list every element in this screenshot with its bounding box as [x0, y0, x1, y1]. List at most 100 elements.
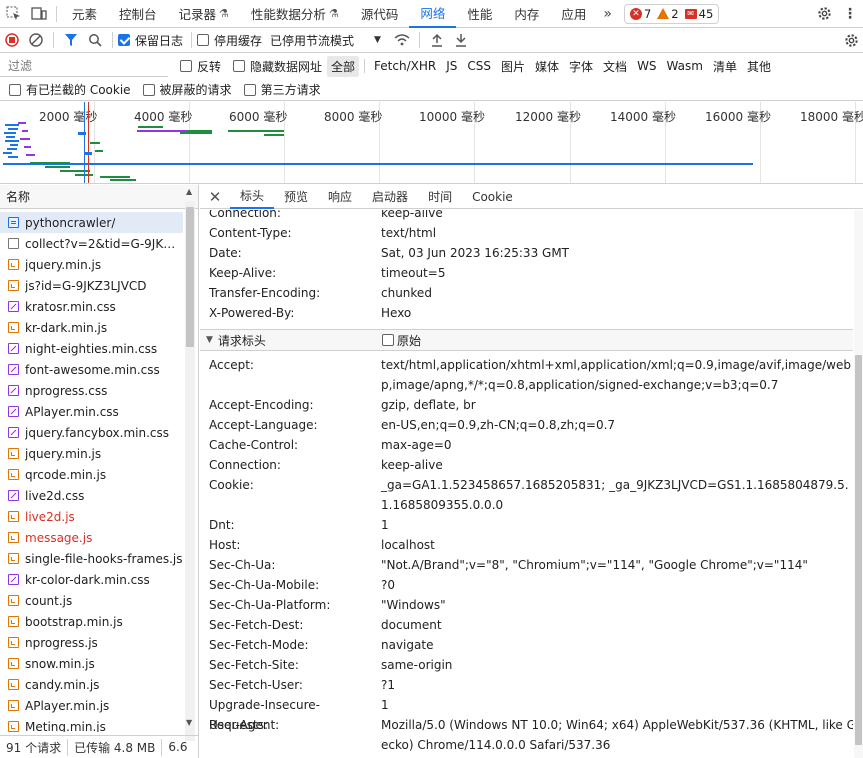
clear-icon[interactable] — [25, 28, 47, 52]
raw-checkbox[interactable] — [382, 334, 394, 346]
third-party-checkbox[interactable] — [243, 83, 256, 96]
hide-data-urls-checkbox[interactable] — [233, 60, 246, 72]
request-row[interactable]: nprogress.js — [0, 632, 183, 653]
detail-tab-1[interactable]: 预览 — [274, 185, 318, 209]
filter-type-4[interactable]: 图片 — [497, 56, 529, 77]
network-settings-gear-icon[interactable] — [840, 28, 862, 52]
filter-type-1[interactable]: Fetch/XHR — [370, 57, 440, 75]
tab-5[interactable]: 网络 — [409, 0, 457, 28]
disable-cache-checkbox[interactable] — [197, 34, 210, 46]
request-row[interactable]: js?id=G-9JKZ3LJVCD — [0, 275, 183, 296]
throttling-select[interactable]: 已停用节流模式 ▼ — [270, 32, 381, 49]
request-row[interactable]: Meting.min.js — [0, 716, 183, 732]
transferred-size: 已传输 4.8 MB — [68, 738, 163, 756]
filter-type-5[interactable]: 媒体 — [531, 56, 563, 77]
filter-type-3[interactable]: CSS — [463, 57, 495, 75]
settings-gear-icon[interactable] — [811, 0, 837, 28]
close-icon[interactable]: ✕ — [200, 188, 230, 206]
request-list: pythoncrawler/collect?v=2&tid=G-9JKZ3LJ.… — [0, 212, 183, 732]
device-toolbar-icon[interactable] — [26, 0, 52, 28]
separator — [53, 32, 54, 48]
request-row[interactable]: kratosr.min.css — [0, 296, 183, 317]
request-row[interactable]: single-file-hooks-frames.js — [0, 548, 183, 569]
request-header-row: Sec-Fetch-User: ?1 — [209, 675, 849, 695]
scrollbar-thumb[interactable] — [855, 355, 862, 745]
search-icon[interactable] — [84, 28, 106, 52]
request-row[interactable]: jquery.min.js — [0, 443, 183, 464]
request-row[interactable]: nprogress.css — [0, 380, 183, 401]
filter-type-6[interactable]: 字体 — [565, 56, 597, 77]
more-options-icon[interactable]: ⋮ — [837, 0, 863, 28]
js-file-icon — [8, 679, 19, 690]
filter-type-8[interactable]: WS — [633, 57, 660, 75]
header-name: Host: — [209, 538, 241, 552]
filter-type-0[interactable]: 全部 — [327, 55, 360, 77]
request-row[interactable]: snow.min.js — [0, 653, 183, 674]
tab-3[interactable]: 性能数据分析 ⚗ — [240, 0, 350, 28]
timeline-bar — [10, 144, 18, 146]
request-row[interactable]: collect?v=2&tid=G-9JKZ3LJ... — [0, 233, 183, 254]
filter-type-2[interactable]: JS — [442, 57, 461, 75]
request-count: 91 个请求 — [0, 738, 69, 756]
request-row[interactable]: qrcode.min.js — [0, 464, 183, 485]
request-row[interactable]: bootstrap.min.js — [0, 611, 183, 632]
record-stop-icon[interactable] — [1, 28, 23, 52]
inspect-element-icon[interactable] — [0, 0, 26, 28]
tab-label: 记录器 — [178, 7, 217, 22]
request-row[interactable]: live2d.js — [0, 506, 183, 527]
tab-2[interactable]: 记录器 ⚗ — [168, 0, 240, 28]
scroll-up-icon[interactable]: ▲ — [186, 187, 192, 196]
preserve-log-checkbox[interactable] — [118, 34, 130, 46]
detail-tab-3[interactable]: 启动器 — [362, 185, 418, 209]
css-file-icon — [8, 574, 19, 585]
tab-0[interactable]: 元素 — [61, 0, 108, 28]
tab-8[interactable]: 应用 — [550, 0, 597, 28]
request-row[interactable]: message.js — [0, 527, 183, 548]
header-name: Accept-Language: — [209, 418, 318, 432]
request-list-scrollbar[interactable] — [185, 201, 195, 741]
detail-tab-4[interactable]: 时间 — [418, 185, 462, 209]
issue-counters[interactable]: ✕ 7 2 ✉ 45 — [623, 3, 720, 24]
request-row[interactable]: APlayer.min.js — [0, 695, 183, 716]
filter-input[interactable]: 过滤 — [0, 55, 168, 77]
invert-checkbox[interactable] — [180, 60, 192, 72]
request-headers-section[interactable]: ▼ 请求标头 原始 — [200, 329, 853, 351]
request-row[interactable]: kr-color-dark.min.css — [0, 569, 183, 590]
request-row[interactable]: count.js — [0, 590, 183, 611]
request-row[interactable]: night-eighties.min.css — [0, 338, 183, 359]
blocked-cookies-checkbox[interactable] — [9, 83, 21, 96]
network-overview-timeline[interactable]: 2000 毫秒 4000 毫秒 6000 毫秒 8000 毫秒 10000 毫秒 1200… — [0, 102, 863, 184]
request-name: pythoncrawler/ — [25, 215, 116, 230]
filter-type-10[interactable]: 清单 — [709, 56, 741, 77]
detail-tab-2[interactable]: 响应 — [318, 185, 362, 209]
export-har-icon[interactable] — [450, 28, 472, 52]
more-tabs-icon[interactable]: » — [597, 6, 618, 22]
detail-tab-5[interactable]: Cookie — [462, 185, 523, 209]
request-row[interactable]: jquery.fancybox.min.css — [0, 422, 183, 443]
request-row[interactable]: jquery.min.js — [0, 254, 183, 275]
import-har-icon[interactable] — [426, 28, 448, 52]
request-row[interactable]: APlayer.min.css — [0, 401, 183, 422]
request-row[interactable]: kr-dark.min.js — [0, 317, 183, 338]
raw-toggle[interactable]: 原始 — [382, 332, 421, 349]
blocked-requests-checkbox[interactable] — [142, 83, 155, 96]
tab-7[interactable]: 内存 — [503, 0, 550, 28]
third-party-label: 第三方请求 — [260, 83, 321, 97]
network-conditions-icon[interactable] — [391, 28, 413, 52]
filter-type-9[interactable]: Wasm — [663, 57, 707, 75]
request-row[interactable]: candy.min.js — [0, 674, 183, 695]
name-column-header[interactable]: 名称 — [0, 185, 198, 209]
request-row[interactable]: font-awesome.min.css — [0, 359, 183, 380]
scroll-down-icon[interactable]: ▼ — [186, 718, 192, 727]
tab-4[interactable]: 源代码 — [350, 0, 410, 28]
tab-6[interactable]: 性能 — [456, 0, 503, 28]
tab-1[interactable]: 控制台 — [108, 0, 168, 28]
filter-type-11[interactable]: 其他 — [743, 56, 775, 77]
detail-tab-0[interactable]: 标头 — [230, 185, 275, 209]
request-row[interactable]: live2d.css — [0, 485, 183, 506]
filter-icon[interactable] — [60, 28, 82, 52]
filter-type-7[interactable]: 文档 — [599, 56, 631, 77]
scrollbar-thumb[interactable] — [186, 207, 194, 347]
request-row[interactable]: pythoncrawler/ — [0, 212, 183, 233]
details-scrollbar[interactable] — [854, 210, 863, 758]
